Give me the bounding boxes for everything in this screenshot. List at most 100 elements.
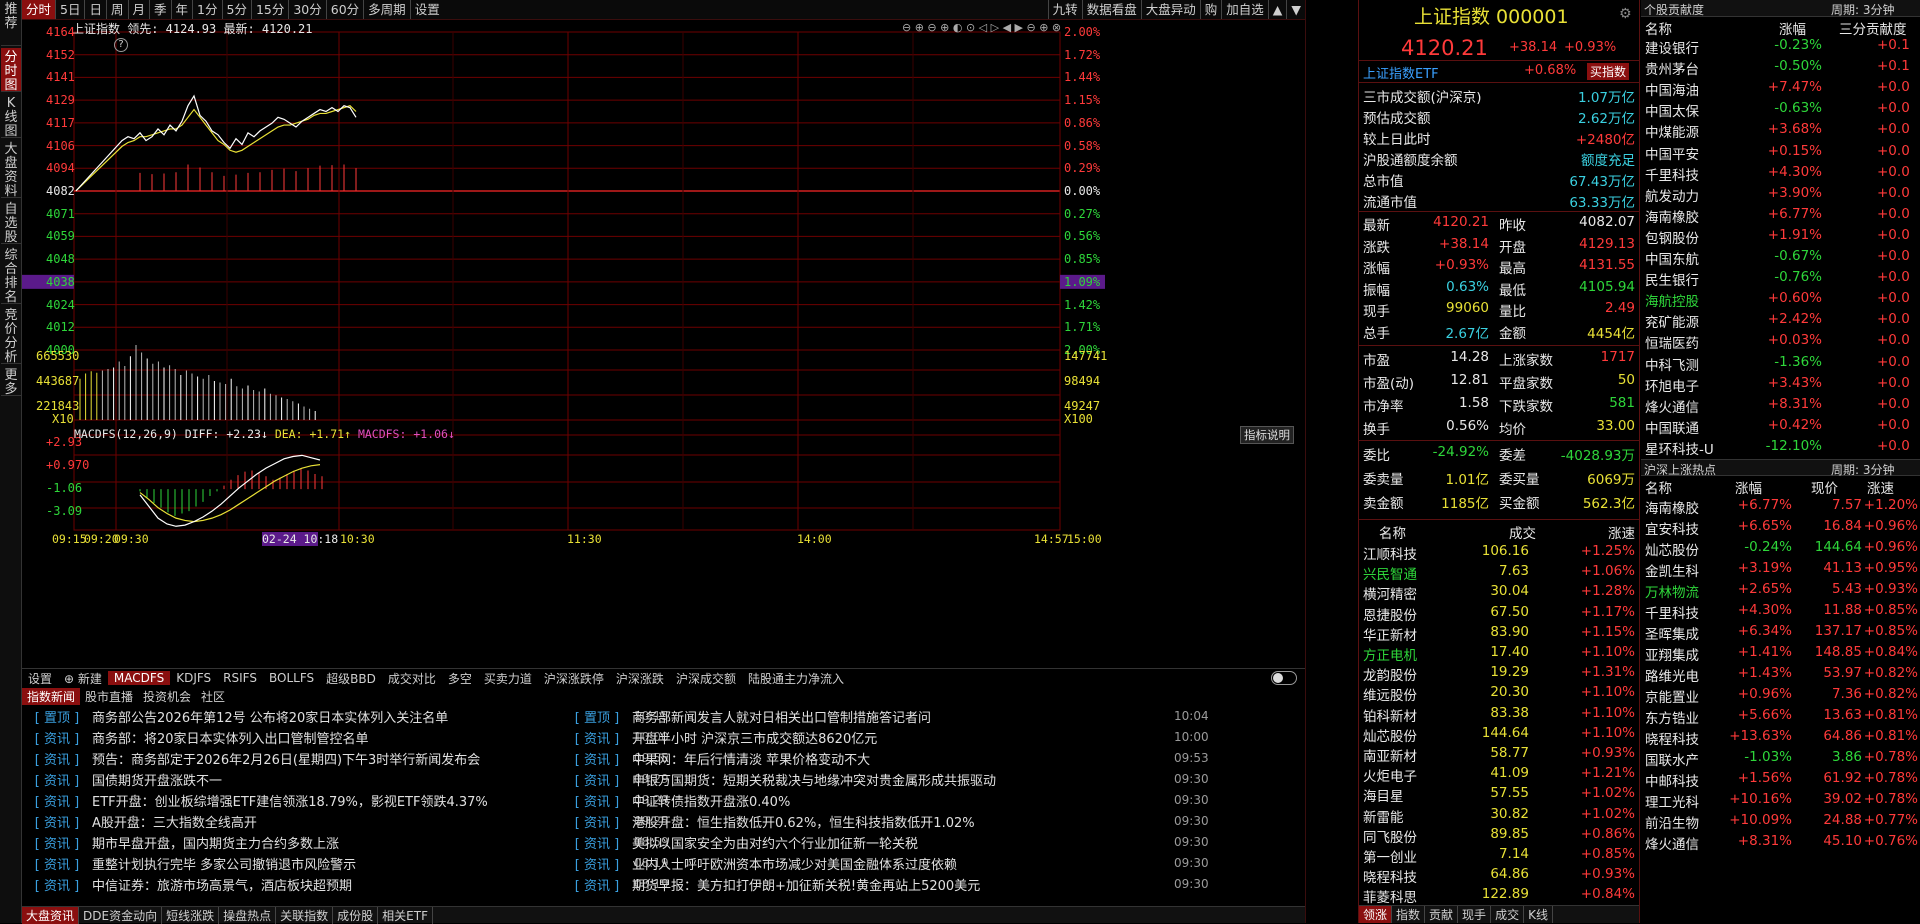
contrib-stock-name[interactable]: 海航控股 bbox=[1645, 290, 1699, 310]
nav-jingjia[interactable]: 竞价分析 bbox=[1, 306, 21, 365]
ind-new[interactable]: ⊕ 新建 bbox=[58, 670, 108, 687]
ind-bbd[interactable]: 超级BBD bbox=[320, 670, 382, 687]
news-title[interactable]: 中证转债指数开盘涨0.40% bbox=[632, 791, 790, 810]
btn-add-watch[interactable]: 加自选 bbox=[1221, 0, 1268, 19]
nav-fenshi[interactable]: 分时图 bbox=[1, 48, 21, 93]
contrib-stock-name[interactable]: 中国东航 bbox=[1645, 248, 1699, 268]
quote-tab[interactable]: 指数 bbox=[1392, 906, 1426, 923]
nav-more[interactable]: 更多 bbox=[1, 366, 21, 397]
hot-head-speed[interactable]: 涨速 bbox=[1867, 477, 1894, 497]
news-item[interactable]: [ 资讯 ] 重整计划执行完毕 多家公司撤销退市风险警示 bbox=[22, 853, 356, 874]
help-icon[interactable]: ? bbox=[114, 38, 128, 52]
news-item[interactable]: [ 资讯 ] 商务部：将20家日本实体列入出口管制管控名单 bbox=[22, 727, 369, 748]
nav-zonghe[interactable]: 综合排名 bbox=[1, 246, 21, 305]
toggle-switch[interactable] bbox=[1271, 671, 1297, 685]
nav-zixuan[interactable]: 自选股 bbox=[1, 200, 21, 245]
hot-stock-name[interactable]: 前沿生物 bbox=[1645, 812, 1699, 832]
news-title[interactable]: 港股开盘：恒生指数低开0.62%，恒生科技指数低开1.02% bbox=[632, 812, 975, 831]
ind-settings[interactable]: 设置 bbox=[22, 670, 58, 687]
contrib-stock-name[interactable]: 烽火通信 bbox=[1645, 396, 1699, 416]
btab-6[interactable]: 相关ETF bbox=[378, 906, 433, 924]
tab-1min[interactable]: 1分 bbox=[192, 0, 221, 19]
chevron-up-icon[interactable]: ▲ bbox=[1267, 0, 1287, 19]
contrib-stock-name[interactable]: 星环科技-U bbox=[1645, 438, 1714, 458]
tab-live[interactable]: 股市直播 bbox=[80, 688, 138, 705]
btab-5[interactable]: 成份股 bbox=[333, 906, 379, 924]
news-title[interactable]: 重整计划执行完毕 多家公司撤销退市风险警示 bbox=[92, 854, 356, 873]
ind-compare[interactable]: 成交对比 bbox=[382, 670, 442, 687]
stock-name[interactable]: 火炬电子 bbox=[1363, 765, 1417, 785]
news-title[interactable]: 预告：商务部定于2026年2月26日(星期四)下午3时举行新闻发布会 bbox=[92, 749, 480, 768]
stock-name[interactable]: 海目星 bbox=[1363, 785, 1404, 805]
tab-5day[interactable]: 5日 bbox=[55, 0, 84, 19]
hot-stock-name[interactable]: 国联水产 bbox=[1645, 749, 1699, 769]
ind-longshort[interactable]: 多空 bbox=[442, 670, 478, 687]
nav-kline[interactable]: K线图 bbox=[1, 94, 21, 139]
contrib-stock-name[interactable]: 民生银行 bbox=[1645, 269, 1699, 289]
contrib-stock-name[interactable]: 中国平安 bbox=[1645, 143, 1699, 163]
stock-name[interactable]: 方正电机 bbox=[1363, 644, 1417, 664]
contrib-stock-name[interactable]: 千里科技 bbox=[1645, 164, 1699, 184]
indicator-help-button[interactable]: 指标说明 bbox=[1240, 426, 1294, 444]
news-item[interactable]: [ 资讯 ] 期货早报：美方扣打伊朗+加征新关税!黄金再站上5200美元 bbox=[562, 874, 980, 895]
news-title[interactable]: 业内人士呼吁欧洲资本市场减少对美国金融体系过度依赖 bbox=[632, 854, 957, 873]
news-item[interactable]: [ 资讯 ] 中证转债指数开盘涨0.40% bbox=[562, 790, 791, 811]
btab-0[interactable]: 大盘资讯 bbox=[22, 906, 80, 924]
tab-month[interactable]: 月 bbox=[127, 0, 150, 19]
ind-bollfs[interactable]: BOLLFS bbox=[263, 671, 320, 685]
btab-3[interactable]: 操盘热点 bbox=[219, 906, 277, 924]
hot-stock-name[interactable]: 理工光科 bbox=[1645, 791, 1699, 811]
hot-stock-name[interactable]: 京能置业 bbox=[1645, 686, 1699, 706]
news-title[interactable]: 开盘半小时 沪深京三市成交额达8620亿元 bbox=[632, 728, 877, 747]
nav-tuijian[interactable]: 推荐 bbox=[1, 0, 21, 46]
news-title[interactable]: ETF开盘：创业板综增强ETF建信领涨18.79%，影视ETF领跌4.37% bbox=[92, 791, 488, 810]
hot-stock-name[interactable]: 宜安科技 bbox=[1645, 518, 1699, 538]
hot-head-name[interactable]: 名称 bbox=[1645, 477, 1672, 497]
news-title[interactable]: 商务部公告2026年第12号 公布将20家日本实体列入关注名单 bbox=[92, 707, 448, 726]
contrib-stock-name[interactable]: 中国海油 bbox=[1645, 79, 1699, 99]
news-item[interactable]: [ 资讯 ] 期市早盘开盘，国内期货主力合约多数上涨 bbox=[22, 832, 339, 853]
stock-name[interactable]: 铂科新材 bbox=[1363, 705, 1417, 725]
contrib-head-pct[interactable]: 涨幅 bbox=[1779, 18, 1806, 38]
hot-stock-name[interactable]: 晓程科技 bbox=[1645, 728, 1699, 748]
hot-stock-name[interactable]: 千里科技 bbox=[1645, 602, 1699, 622]
btab-1[interactable]: DDE资金动向 bbox=[79, 906, 163, 924]
contrib-stock-name[interactable]: 贵州茅台 bbox=[1645, 58, 1699, 78]
chevron-down-icon[interactable]: ▼ bbox=[1286, 0, 1305, 19]
tab-opportunity[interactable]: 投资机会 bbox=[138, 688, 196, 705]
ind-kdjfs[interactable]: KDJFS bbox=[170, 671, 217, 685]
contrib-period[interactable]: 周期: 3分钟 bbox=[1831, 1, 1895, 18]
news-title[interactable]: 商务部：将20家日本实体列入出口管制管控名单 bbox=[92, 728, 369, 747]
intraday-chart[interactable]: 上证指数 领先: 4124.93 最新: 4120.21 ? ⊖ ⊕ ⊖ ⊕ ◐… bbox=[22, 20, 1305, 668]
gear-icon[interactable]: ⚙ bbox=[1619, 6, 1632, 22]
news-item[interactable]: [ 资讯 ] 申银万国期货：短期关税裁决与地缘冲突对贵金属形成共振驱动 bbox=[562, 769, 996, 790]
list-head-volume[interactable]: 成交 bbox=[1509, 522, 1536, 542]
stock-name[interactable]: 华正新材 bbox=[1363, 624, 1417, 644]
ind-force[interactable]: 买卖力道 bbox=[478, 670, 538, 687]
stock-name[interactable]: 维远股份 bbox=[1363, 684, 1417, 704]
news-item[interactable]: [ 资讯 ] 开盘半小时 沪深京三市成交额达8620亿元 bbox=[562, 727, 877, 748]
contrib-stock-name[interactable]: 海南橡胶 bbox=[1645, 206, 1699, 226]
contrib-stock-name[interactable]: 恒瑞医药 bbox=[1645, 332, 1699, 352]
news-item[interactable]: [ 置顶 ] 商务部新闻发言人就对日相关出口管制措施答记者问 bbox=[562, 706, 931, 727]
news-title[interactable]: 期货早报：美方扣打伊朗+加征新关税!黄金再站上5200美元 bbox=[632, 875, 980, 894]
ind-northbound[interactable]: 陆股通主力净流入 bbox=[742, 670, 850, 687]
hot-stock-name[interactable]: 烽火通信 bbox=[1645, 833, 1699, 853]
ind-turnover[interactable]: 沪深成交额 bbox=[670, 670, 742, 687]
hot-stock-name[interactable]: 万林物流 bbox=[1645, 581, 1699, 601]
news-item[interactable]: [ 资讯 ] 美拟以国家安全为由对约六个行业加征新一轮关税 bbox=[562, 832, 918, 853]
hot-stock-name[interactable]: 灿芯股份 bbox=[1645, 539, 1699, 559]
stock-name[interactable]: 兴民智通 bbox=[1363, 563, 1417, 583]
quote-tab[interactable]: 成交 bbox=[1491, 906, 1525, 923]
etf-name[interactable]: 上证指数ETF bbox=[1363, 63, 1439, 82]
news-title[interactable]: 美拟以国家安全为由对约六个行业加征新一轮关税 bbox=[632, 833, 918, 852]
stock-name[interactable]: 同飞股份 bbox=[1363, 826, 1417, 846]
btab-4[interactable]: 关联指数 bbox=[276, 906, 334, 924]
stock-name[interactable]: 恩捷股份 bbox=[1363, 604, 1417, 624]
chart-canvas[interactable] bbox=[22, 20, 1305, 668]
stock-name[interactable]: 横河精密 bbox=[1363, 583, 1417, 603]
news-item[interactable]: [ 资讯 ] 中果网：年后行情清淡 苹果价格变动不大 bbox=[562, 748, 870, 769]
contrib-stock-name[interactable]: 包钢股份 bbox=[1645, 227, 1699, 247]
stock-name[interactable]: 新雷能 bbox=[1363, 806, 1404, 826]
hot-head-price[interactable]: 现价 bbox=[1811, 477, 1838, 497]
